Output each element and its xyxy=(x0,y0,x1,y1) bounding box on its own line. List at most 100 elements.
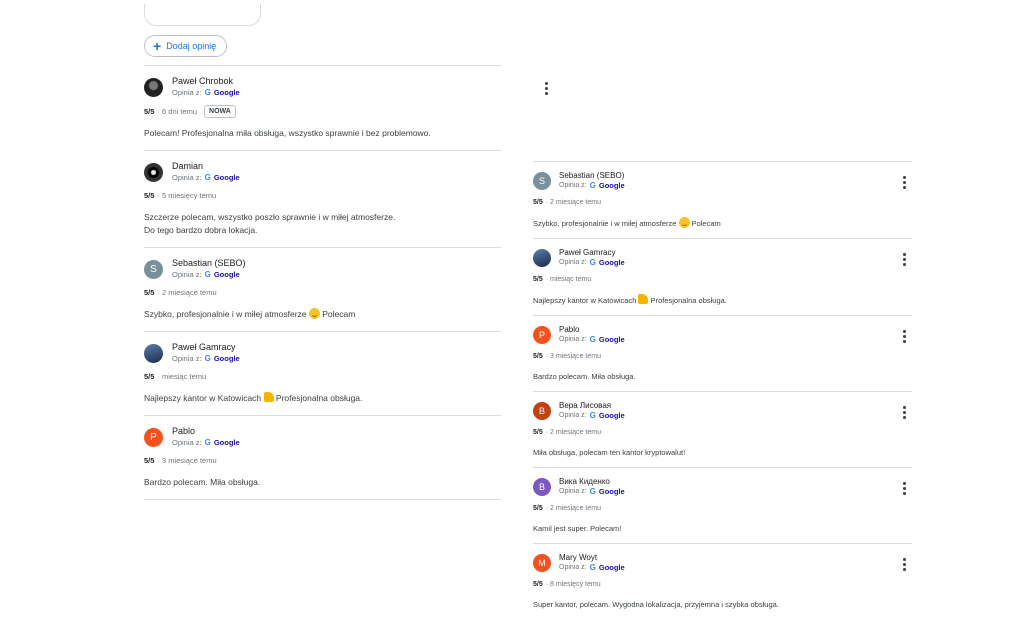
review-text-main: Szybko, profesjonalnie i w miłej atmosfe… xyxy=(533,219,677,228)
review-text: Bardzo polecam. Miła obsługa. xyxy=(144,477,261,487)
google-link[interactable]: Google xyxy=(599,563,625,573)
google-icon: G xyxy=(204,354,211,363)
google-link[interactable]: Google xyxy=(599,181,625,191)
review-date: · 3 miesiące temu xyxy=(545,353,601,360)
review-source: Opinia z: G Google xyxy=(559,563,625,573)
review-source: Opinia z: G Google xyxy=(172,437,240,448)
review-source: Opinia z: G Google xyxy=(559,335,625,345)
review-date: · 2 miesiące temu xyxy=(545,505,601,512)
avatar[interactable]: M xyxy=(533,554,551,572)
source-label: Opinia z: xyxy=(172,88,202,97)
review-source: Opinia z: G Google xyxy=(559,411,625,421)
add-review-button[interactable]: + Dodaj opinię xyxy=(144,35,228,57)
review-source: Opinia z: G Google xyxy=(559,258,625,268)
google-link[interactable]: Google xyxy=(214,172,240,183)
google-link[interactable]: Google xyxy=(599,487,625,497)
review-text-main: Najlepszy kantor w Katowicach xyxy=(144,393,262,403)
google-link[interactable]: Google xyxy=(599,258,625,268)
reviews-list-right: S Sebastian (SEBO) Opinia z: G Google 5/5… xyxy=(533,161,912,619)
plus-icon: + xyxy=(153,38,162,54)
avatar[interactable]: P xyxy=(533,326,551,344)
source-label: Opinia z: xyxy=(559,182,587,189)
review-source: Opinia z: G Google xyxy=(172,87,240,98)
source-label: Opinia z: xyxy=(559,336,587,343)
reviewer-name[interactable]: Paweł Gamracy xyxy=(172,342,240,353)
google-link[interactable]: Google xyxy=(214,437,240,448)
avatar[interactable]: S xyxy=(533,172,551,190)
collapsed-input-edge xyxy=(144,4,261,26)
google-link[interactable]: Google xyxy=(214,87,240,98)
reviews-list-left: Paweł Chrobok Opinia z: G Google 5/5 · 6 … xyxy=(144,65,548,500)
google-link[interactable]: Google xyxy=(214,353,240,364)
google-icon: G xyxy=(204,438,211,447)
review-card: P Pablo Opinia z: G Google 5/5 · 3 miesią… xyxy=(144,415,501,500)
review-rating: 5/5 xyxy=(144,456,155,465)
reviewer-name[interactable]: Вика Киденко xyxy=(559,477,625,487)
avatar[interactable]: S xyxy=(144,259,163,279)
review-card: M Mary Woyt Opinia z: G Google 5/5 · 8 mi… xyxy=(533,543,912,619)
reviewer-name[interactable]: Sebastian (SEBO) xyxy=(559,171,625,181)
review-source: Opinia z: G Google xyxy=(172,353,240,364)
review-card: S Sebastian (SEBO) Opinia z: G Google 5/5… xyxy=(533,161,912,238)
review-card: Paweł Gamracy Opinia z: G Google 5/5 · mi… xyxy=(533,238,912,315)
google-icon: G xyxy=(204,88,211,97)
review-text-after: Polecam xyxy=(322,309,356,319)
avatar[interactable]: В xyxy=(533,478,551,496)
review-rating: 5/5 xyxy=(533,199,543,206)
review-text: Szybko, profesjonalnie i w miłej atmosfe… xyxy=(533,217,912,229)
avatar[interactable] xyxy=(533,249,551,267)
more-options-icon[interactable] xyxy=(899,406,909,421)
review-card: В Вера Лисовая Opinia z: G Google 5/5 · 2… xyxy=(533,391,912,467)
avatar[interactable]: В xyxy=(533,402,551,420)
more-options-icon[interactable] xyxy=(899,558,909,573)
avatar[interactable] xyxy=(144,162,163,182)
reviewer-name[interactable]: Paweł Gamracy xyxy=(559,248,625,258)
google-icon: G xyxy=(589,335,596,344)
review-rating: 5/5 xyxy=(144,288,155,297)
google-icon: G xyxy=(589,411,596,420)
review-rating: 5/5 xyxy=(533,581,543,588)
review-text: Szczerze polecam, wszystko poszło sprawn… xyxy=(144,211,501,237)
reviewer-name[interactable]: Paweł Chrobok xyxy=(172,76,240,87)
review-date: · 5 miesięcy temu xyxy=(157,191,217,200)
source-label: Opinia z: xyxy=(559,564,587,571)
source-label: Opinia z: xyxy=(559,488,587,495)
avatar[interactable] xyxy=(144,343,163,363)
google-link[interactable]: Google xyxy=(599,335,625,345)
source-label: Opinia z: xyxy=(172,270,202,279)
more-options-icon[interactable] xyxy=(899,482,909,497)
reviewer-name[interactable]: Pablo xyxy=(172,426,240,437)
review-date: · 8 miesięcy temu xyxy=(545,581,601,588)
review-date: · 2 miesiące temu xyxy=(157,288,217,297)
review-text-after: Profesjonalna obsługa. xyxy=(650,296,727,305)
review-text: Bardzo polecam. Miła obsługa. xyxy=(533,372,636,381)
source-label: Opinia z: xyxy=(559,412,587,419)
more-options-icon[interactable] xyxy=(899,330,909,345)
review-text-after: Profesjonalna obsługa. xyxy=(275,393,363,403)
review-date: · 2 miesiące temu xyxy=(545,199,601,206)
review-rating: 5/5 xyxy=(533,353,543,360)
reviewer-name[interactable]: Pablo xyxy=(559,325,625,335)
review-card: P Pablo Opinia z: G Google 5/5 · 3 miesią… xyxy=(533,315,912,391)
google-icon: G xyxy=(204,173,211,182)
source-label: Opinia z: xyxy=(172,438,202,447)
more-options-icon[interactable] xyxy=(899,253,909,268)
more-options-icon[interactable] xyxy=(899,176,909,191)
reviewer-name[interactable]: Sebastian (SEBO) xyxy=(172,258,246,269)
more-options-icon[interactable] xyxy=(541,82,551,97)
avatar[interactable]: P xyxy=(144,427,163,447)
review-card: Paweł Gamracy Opinia z: G Google 5/5 · mi… xyxy=(144,331,501,415)
reviewer-name[interactable]: Mary Woyt xyxy=(559,553,625,563)
review-rating: 5/5 xyxy=(533,276,543,283)
review-card: Paweł Chrobok Opinia z: G Google 5/5 · 6 … xyxy=(144,65,548,150)
google-link[interactable]: Google xyxy=(599,411,625,421)
avatar[interactable] xyxy=(144,77,163,97)
review-rating: 5/5 xyxy=(144,106,155,116)
reviewer-name[interactable]: Вера Лисовая xyxy=(559,401,625,411)
google-link[interactable]: Google xyxy=(214,269,240,280)
review-text: Szybko, profesjonalnie i w miłej atmosfe… xyxy=(144,308,501,321)
review-source: Opinia z: G Google xyxy=(172,172,240,183)
review-text: Najlepszy kantor w Katowicach Profesjona… xyxy=(533,294,912,306)
review-rating: 5/5 xyxy=(144,191,155,200)
reviewer-name[interactable]: Damian xyxy=(172,161,240,172)
